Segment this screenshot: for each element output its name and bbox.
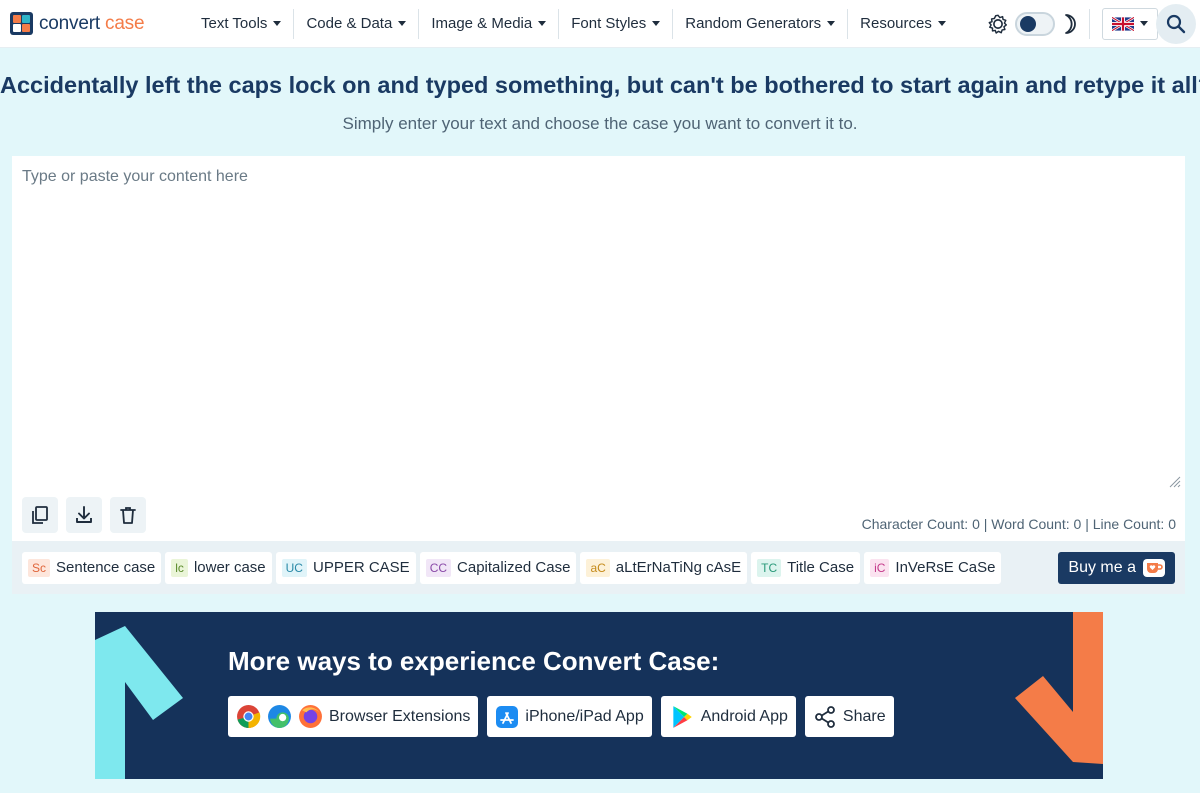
download-icon (76, 506, 92, 523)
upper-case-button[interactable]: UC UPPER CASE (275, 551, 416, 584)
promo-banner: More ways to experience Convert Case: Br… (95, 612, 1103, 779)
iphone-ipad-app-label: iPhone/iPad App (525, 707, 644, 725)
buy-label: Buy me a (1068, 559, 1136, 576)
browser-extensions-button[interactable]: Browser Extensions (228, 696, 479, 737)
title-case-button[interactable]: TC Title Case (751, 551, 861, 584)
promo-buttons: Browser Extensions iPhone/iPad App Andro… (228, 696, 894, 737)
iphone-ipad-app-button[interactable]: iPhone/iPad App (487, 696, 652, 737)
copy-button[interactable] (22, 497, 58, 533)
nav-item-resources[interactable]: Resources (848, 9, 958, 39)
case-badge: CC (425, 558, 452, 577)
nav-label: Random Generators (685, 15, 822, 32)
theme-toggle[interactable] (1014, 11, 1055, 36)
case-badge: Sc (28, 558, 51, 577)
nav-label: Resources (860, 15, 932, 32)
chevron-down-icon (398, 21, 407, 26)
search-button[interactable] (1156, 4, 1196, 44)
lower-case-button[interactable]: lc lower case (165, 551, 272, 584)
case-badge: TC (757, 558, 782, 577)
app-store-icon (496, 705, 519, 728)
nav-label: Text Tools (201, 15, 268, 32)
text-counts: Character Count: 0 | Word Count: 0 | Lin… (861, 516, 1176, 532)
android-app-label: Android App (700, 707, 788, 725)
alternating-case-button[interactable]: aC aLtErNaTiNg cAsE (580, 551, 748, 584)
browser-extensions-label: Browser Extensions (329, 707, 471, 725)
coffee-cup-icon (1143, 559, 1165, 577)
google-play-icon (673, 705, 692, 728)
inverse-case-button[interactable]: iC InVeRsE CaSe (864, 551, 1002, 584)
nav-label: Code & Data (306, 15, 393, 32)
case-badge: UC (281, 558, 307, 577)
android-app-button[interactable]: Android App (660, 696, 796, 737)
chevron-down-icon (538, 21, 547, 26)
site-header: convert case Text Tools Code & Data Imag… (0, 0, 1200, 48)
chevron-down-icon (827, 21, 836, 26)
header-divider (1088, 8, 1090, 39)
toggle-knob (1019, 15, 1036, 32)
language-selector[interactable] (1101, 7, 1158, 40)
page-title: Accidentally left the caps lock on and t… (0, 72, 1200, 98)
case-label: InVeRsE CaSe (895, 559, 996, 576)
clear-button[interactable] (110, 497, 146, 533)
nav-item-text-tools[interactable]: Text Tools (189, 8, 295, 39)
search-icon (1166, 14, 1186, 34)
share-label: Share (842, 707, 886, 725)
edge-icon (268, 705, 291, 728)
nav-label: Image & Media (431, 15, 533, 32)
nav-item-font-styles[interactable]: Font Styles (559, 8, 674, 39)
content-textarea[interactable] (12, 156, 1185, 491)
case-label: lower case (193, 559, 266, 576)
gear-sun-icon[interactable] (987, 13, 1009, 35)
page-subtitle: Simply enter your text and choose the ca… (342, 114, 858, 133)
case-toolbar: Sc Sentence case lc lower case UC UPPER CAS… (12, 541, 1185, 594)
case-label: Sentence case (56, 559, 156, 576)
resize-grip-icon[interactable] (1167, 474, 1181, 488)
share-icon (815, 705, 835, 728)
promo-title: More ways to experience Convert Case: (228, 646, 720, 676)
share-button[interactable]: Share (804, 696, 894, 737)
download-button[interactable] (66, 497, 102, 533)
text-editor: Character Count: 0 | Word Count: 0 | Lin… (12, 156, 1185, 541)
chevron-down-icon (652, 21, 661, 26)
logo-text: convert case (39, 12, 145, 34)
copy-icon (32, 506, 48, 524)
logo-mark-icon (10, 12, 33, 35)
nav-item-random-generators[interactable]: Random Generators (673, 8, 849, 39)
moon-icon[interactable] (1061, 13, 1079, 35)
case-label: aLtErNaTiNg cAsE (615, 559, 742, 576)
site-logo[interactable]: convert case (10, 12, 160, 35)
case-label: Capitalized Case (457, 559, 571, 576)
buy-me-a-coffee-button[interactable]: Buy me a (1058, 552, 1175, 584)
chevron-down-icon (1139, 21, 1148, 26)
case-badge: aC (586, 558, 610, 577)
trash-icon (120, 507, 136, 524)
theme-switcher (987, 11, 1079, 36)
sentence-case-button[interactable]: Sc Sentence case (22, 551, 162, 584)
firefox-icon (299, 705, 322, 728)
main-nav: Text Tools Code & Data Image & Media Fon… (189, 0, 958, 48)
uk-flag-icon (1111, 16, 1134, 31)
chevron-down-icon (273, 21, 282, 26)
case-badge: iC (870, 558, 890, 577)
nav-label: Font Styles (571, 15, 647, 32)
chrome-icon (237, 705, 261, 728)
case-label: Title Case (787, 559, 855, 576)
nav-item-code-data[interactable]: Code & Data (294, 8, 420, 39)
chevron-down-icon (937, 21, 946, 26)
nav-item-image-media[interactable]: Image & Media (419, 8, 560, 39)
capitalized-case-button[interactable]: CC Capitalized Case (419, 551, 577, 584)
case-badge: lc (171, 558, 188, 577)
case-label: UPPER CASE (312, 559, 410, 576)
